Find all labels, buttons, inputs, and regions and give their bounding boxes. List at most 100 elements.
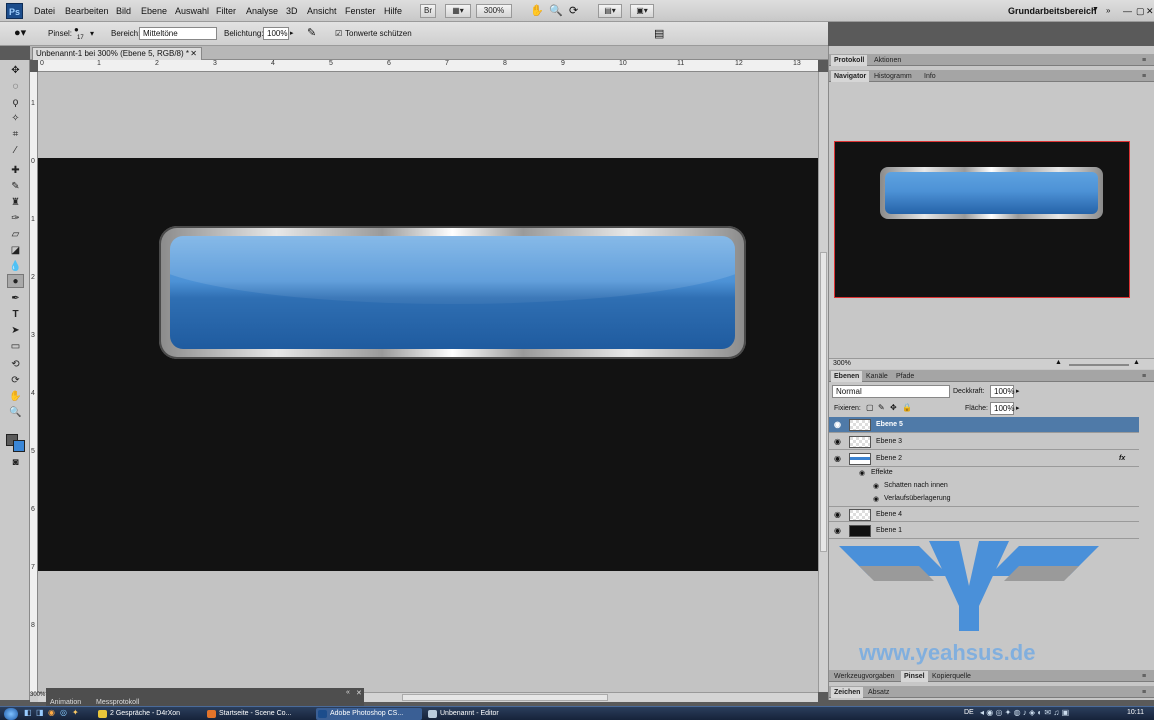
navigator-zoom-value[interactable]: 300% bbox=[833, 360, 851, 367]
menu-ebene[interactable]: Ebene bbox=[141, 6, 167, 16]
layer-row[interactable]: ◉ Ebene 5 bbox=[829, 417, 1139, 433]
vertical-scrollbar[interactable] bbox=[818, 72, 828, 692]
menu-3d[interactable]: 3D bbox=[286, 6, 298, 16]
menu-analyse[interactable]: Analyse bbox=[246, 6, 278, 16]
hand-tool-icon[interactable]: ✋ bbox=[530, 4, 544, 17]
visibility-eye-icon[interactable]: ◉ bbox=[833, 455, 842, 463]
tab-kanaele[interactable]: Kanäle bbox=[863, 371, 891, 382]
tab-histogramm[interactable]: Histogramm bbox=[871, 71, 915, 82]
clock[interactable]: 10:11 bbox=[1127, 709, 1144, 716]
canvas-area[interactable] bbox=[38, 72, 818, 692]
layer-row[interactable]: ◉ Ebene 3 bbox=[829, 434, 1139, 450]
tab-protokoll[interactable]: Protokoll bbox=[831, 55, 868, 66]
effect-gradient-overlay[interactable]: Verlaufsüberlagerung bbox=[884, 495, 951, 502]
panel-menu-icon[interactable]: ≡ bbox=[1139, 371, 1149, 382]
tab-pfade[interactable]: Pfade bbox=[893, 371, 917, 382]
hand-tool-icon[interactable]: ✋ bbox=[7, 390, 24, 404]
visibility-eye-icon[interactable]: ◉ bbox=[833, 527, 842, 535]
scroll-thumb[interactable] bbox=[820, 252, 827, 552]
lock-transparency-icon[interactable]: ▢ bbox=[866, 403, 874, 412]
quick-select-tool-icon[interactable]: ✧ bbox=[7, 112, 24, 126]
fx-icon[interactable]: fx bbox=[1119, 451, 1125, 467]
scroll-thumb[interactable] bbox=[402, 694, 608, 701]
tab-absatz[interactable]: Absatz bbox=[865, 687, 892, 698]
3d-rotate-tool-icon[interactable]: ⟲ bbox=[7, 358, 24, 372]
tab-messprotokoll[interactable]: Messprotokoll bbox=[96, 699, 139, 706]
start-button[interactable] bbox=[4, 708, 18, 720]
healing-tool-icon[interactable]: ✚ bbox=[7, 164, 24, 178]
lock-position-icon[interactable]: ✥ bbox=[890, 403, 897, 412]
panel-toggle-icon[interactable]: ▤ bbox=[654, 27, 664, 40]
effect-eye-icon[interactable]: ◉ bbox=[873, 495, 879, 503]
tab-navigator[interactable]: Navigator bbox=[831, 71, 870, 82]
effect-eye-icon[interactable]: ◉ bbox=[873, 482, 879, 490]
range-select[interactable]: Mitteltöne bbox=[139, 27, 217, 40]
document-image[interactable] bbox=[38, 158, 818, 571]
panel-menu-icon[interactable]: ≡ bbox=[1139, 687, 1149, 698]
navigator-preview[interactable] bbox=[834, 141, 1130, 298]
brush-tool-icon[interactable]: ✎ bbox=[7, 180, 24, 194]
zoom-out-icon[interactable]: ▲ bbox=[1055, 359, 1062, 366]
zoom-in-icon[interactable]: ▲ bbox=[1133, 359, 1140, 366]
sponge-tool-icon[interactable]: ● bbox=[7, 274, 24, 288]
tray-icons[interactable]: ◂ ◉ ◎ ✦ ◍ ♪ ◈ ◐ ✉ ♫ ▣ bbox=[980, 708, 1069, 717]
fill-arrow-icon[interactable]: ▸ bbox=[1016, 404, 1020, 412]
visibility-eye-icon[interactable]: ◉ bbox=[833, 421, 842, 429]
eyedropper-tool-icon[interactable]: ⁄ bbox=[7, 144, 24, 158]
document-tab[interactable]: Unbenannt-1 bei 300% (Ebene 5, RGB/8) * … bbox=[32, 47, 202, 60]
zoom-slider[interactable] bbox=[1069, 364, 1129, 366]
stamp-tool-icon[interactable]: ♜ bbox=[7, 196, 24, 210]
opacity-input[interactable]: 100% bbox=[990, 385, 1014, 398]
lock-image-icon[interactable]: ✎ bbox=[878, 403, 885, 412]
brush-preview-icon[interactable]: ● bbox=[74, 25, 79, 34]
menu-filter[interactable]: Filter bbox=[216, 6, 236, 16]
zoom-tool-icon[interactable]: 🔍 bbox=[549, 4, 563, 17]
layer-row[interactable]: ◉ Ebene 4 bbox=[829, 506, 1139, 522]
sponge-tool-icon[interactable]: ●▾ bbox=[14, 26, 26, 39]
tab-animation[interactable]: Animation bbox=[50, 699, 81, 706]
close-tab-icon[interactable]: ✕ bbox=[190, 48, 197, 60]
quicklaunch-icon[interactable]: ◉ bbox=[48, 708, 55, 717]
panel-menu-icon[interactable]: ≡ bbox=[1139, 55, 1149, 66]
pen-tool-icon[interactable]: ✒ bbox=[7, 292, 24, 306]
quicklaunch-icon[interactable]: ✦ bbox=[72, 708, 79, 717]
quicklaunch-icon[interactable]: ◧ bbox=[24, 708, 32, 717]
menu-fenster[interactable]: Fenster bbox=[345, 6, 376, 16]
quicklaunch-icon[interactable]: ◨ bbox=[36, 708, 44, 717]
quick-mask-icon[interactable]: ◙ bbox=[7, 456, 24, 470]
history-brush-tool-icon[interactable]: ✑ bbox=[7, 212, 24, 226]
tab-info[interactable]: Info bbox=[921, 71, 939, 82]
quicklaunch-icon[interactable]: ◎ bbox=[60, 708, 67, 717]
visibility-eye-icon[interactable]: ◉ bbox=[833, 511, 842, 519]
type-tool-icon[interactable]: T bbox=[7, 308, 24, 322]
move-tool-icon[interactable]: ✥ bbox=[7, 64, 24, 78]
zoom-level-select[interactable]: 300% bbox=[476, 4, 512, 18]
language-indicator[interactable]: DE bbox=[964, 709, 974, 716]
menu-ansicht[interactable]: Ansicht bbox=[307, 6, 337, 16]
exposure-input[interactable]: 100% bbox=[263, 27, 289, 40]
blend-mode-select[interactable]: Normal bbox=[832, 385, 950, 398]
status-zoom[interactable]: 300% bbox=[30, 692, 45, 702]
tab-werkzeugvorgaben[interactable]: Werkzeugvorgaben bbox=[831, 671, 898, 682]
taskbar-item[interactable]: Unbenannt - Editor bbox=[426, 708, 526, 720]
tab-kopierquelle[interactable]: Kopierquelle bbox=[929, 671, 974, 682]
rotate-view-icon[interactable]: ⟳ bbox=[569, 4, 578, 17]
tab-zeichen[interactable]: Zeichen bbox=[831, 687, 864, 698]
menu-datei[interactable]: Datei bbox=[34, 6, 55, 16]
menu-bild[interactable]: Bild bbox=[116, 6, 131, 16]
chevron-down-icon[interactable]: ▼ bbox=[1092, 6, 1099, 13]
workspace-switcher[interactable]: Grundarbeitsbereich bbox=[1008, 6, 1097, 16]
bridge-button[interactable]: Br bbox=[420, 4, 436, 18]
menu-bearbeiten[interactable]: Bearbeiten bbox=[65, 6, 109, 16]
crop-tool-icon[interactable]: ⌗ bbox=[7, 128, 24, 142]
taskbar-item[interactable]: Adobe Photoshop CS... bbox=[316, 708, 422, 720]
close-icon[interactable]: ✕ bbox=[356, 689, 362, 697]
panel-menu-icon[interactable]: ≡ bbox=[1139, 71, 1149, 82]
exposure-arrow-icon[interactable]: ▸ bbox=[290, 29, 294, 37]
tab-aktionen[interactable]: Aktionen bbox=[871, 55, 904, 66]
layer-row[interactable]: ◉ Ebene 2 fx bbox=[829, 451, 1139, 467]
photoshop-logo-icon[interactable]: Ps bbox=[6, 3, 23, 19]
gradient-tool-icon[interactable]: ◪ bbox=[7, 244, 24, 258]
collapse-icon[interactable]: « bbox=[346, 689, 350, 696]
airbrush-icon[interactable]: ✎ bbox=[307, 26, 316, 39]
